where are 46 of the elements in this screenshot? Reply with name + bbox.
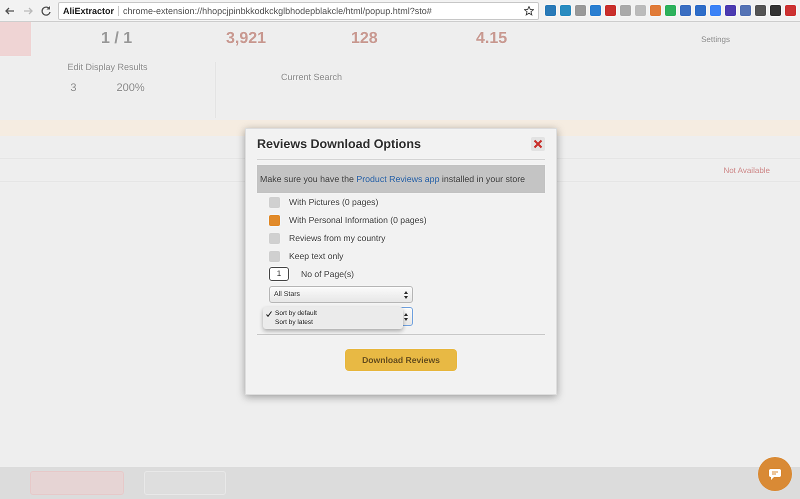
logo-icon (0, 22, 31, 56)
pages-input[interactable]: 1 (269, 267, 289, 281)
extension-icon[interactable] (545, 5, 556, 16)
status-text: Not Available (723, 166, 770, 174)
close-icon (533, 139, 543, 149)
extension-icon[interactable] (755, 5, 766, 16)
dialog-title: Reviews Download Options (257, 137, 421, 151)
checkbox[interactable] (269, 250, 280, 262)
forward-icon[interactable] (22, 4, 34, 16)
checkbox[interactable] (269, 214, 280, 226)
stat-value: 4.15 (476, 30, 508, 48)
chat-button[interactable] (758, 457, 792, 491)
notice-text: Make sure you have the Product Reviews app installed in your store (257, 165, 545, 193)
extension-icon[interactable] (680, 5, 691, 16)
search-title: Current Search (281, 72, 342, 82)
extension-icon[interactable] (605, 5, 616, 16)
stat-value: 1 / 1 (101, 30, 134, 48)
pages-label: No of Page(s) (301, 269, 354, 279)
option-label: With Personal Information (0 pages) (289, 215, 427, 225)
extension-icon[interactable] (695, 5, 706, 16)
extension-icon[interactable] (770, 5, 781, 16)
extension-icon[interactable] (785, 5, 796, 16)
extension-icon[interactable] (725, 5, 736, 16)
option-label: Reviews from my country (289, 233, 386, 243)
checkbox[interactable] (269, 232, 280, 244)
display-zoom: 200% (116, 82, 145, 94)
display-title: Edit Display Results (67, 62, 148, 72)
stat-value: 128 (351, 30, 379, 48)
checkbox[interactable] (269, 196, 280, 208)
reload-icon[interactable] (40, 4, 52, 16)
download-reviews-button[interactable]: Download Reviews (345, 349, 457, 371)
back-icon[interactable] (4, 4, 16, 16)
select-arrows-icon (404, 290, 408, 298)
option-label: With Pictures (0 pages) (289, 197, 378, 207)
close-button[interactable] (531, 137, 545, 151)
product-reviews-link[interactable]: Product Reviews app (356, 174, 440, 184)
address-bar[interactable]: AliExtractor chrome-extension://hhopcjpinbkkodkckglbhodepblakcle/html/popup.html?sto# (58, 2, 539, 20)
stat-value: 3,921 (226, 30, 268, 48)
extension-icon[interactable] (740, 5, 751, 16)
url-text: chrome-extension://hhopcjpinbkkodkckglbhodepblakcle/html/popup.html?sto# (123, 6, 432, 16)
star-icon[interactable] (524, 6, 534, 16)
site-name: AliExtractor (63, 6, 120, 16)
option-label: Keep text only (289, 251, 344, 261)
display-count: 3 (70, 82, 76, 94)
chat-icon (768, 468, 782, 480)
select-arrows-icon (404, 312, 408, 320)
